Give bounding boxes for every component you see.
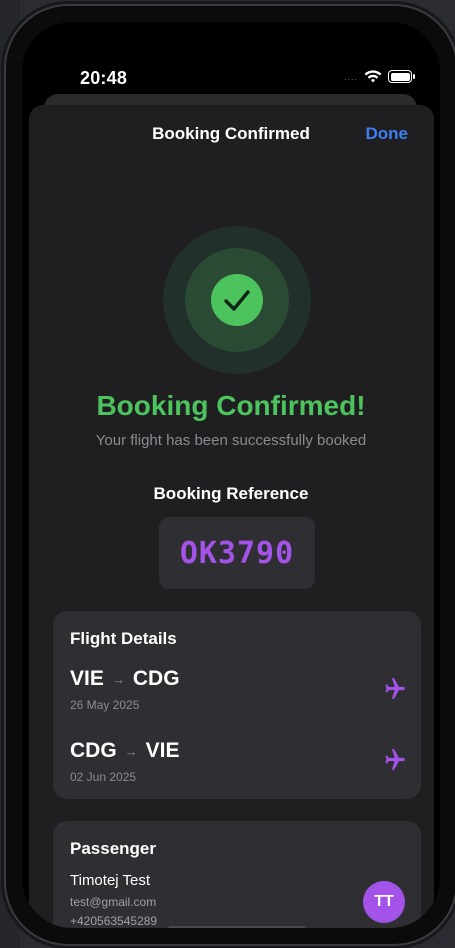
status-icons: .... [344,70,416,83]
flight-route-return: CDG → VIE [70,739,180,763]
passenger-title: Passenger [70,839,156,858]
origin-code: CDG [70,739,117,762]
destination-code: VIE [145,739,180,762]
flight-date-return: 02 Jun 2025 [70,770,137,784]
passenger-card: Passenger Timotej Test test@gmail.com +4… [53,821,421,928]
cellular-dots: .... [344,71,359,82]
phone-frame: 20:48 .... Booking Confirmed Done Bookin… [6,6,455,944]
origin-code: VIE [70,667,104,690]
route-arrow-icon: → [111,671,125,687]
destination-code: CDG [132,667,180,690]
wifi-icon [364,70,382,83]
passenger-name: Timotej Test [70,872,151,889]
flight-route-outbound: VIE → CDG [70,667,180,691]
battery-icon [388,70,416,83]
booking-reference-label: Booking Reference [153,484,309,503]
confirmation-subline: Your flight has been successfully booked [95,432,367,449]
status-time: 20:48 [80,68,128,88]
flight-date-outbound: 26 May 2025 [70,698,140,712]
flight-details-card: Flight Details VIE → CDG 26 May 2025 CDG… [53,611,421,799]
booking-reference-box: OK3790 [159,517,315,589]
phone-screen: 20:48 .... Booking Confirmed Done Bookin… [22,22,440,928]
avatar: TT [363,881,405,923]
passenger-phone: +420563545289 [70,914,158,928]
checkmark-icon [211,274,263,326]
confirmation-headline: Booking Confirmed! [96,390,366,421]
airplane-icon [385,749,405,770]
done-button[interactable]: Done [366,124,409,144]
airplane-icon [385,678,405,699]
passenger-email: test@gmail.com [70,895,157,909]
home-indicator[interactable] [168,926,306,928]
booking-reference-code: OK3790 [179,535,295,571]
route-arrow-icon: → [124,743,138,759]
flight-details-title: Flight Details [70,629,177,648]
